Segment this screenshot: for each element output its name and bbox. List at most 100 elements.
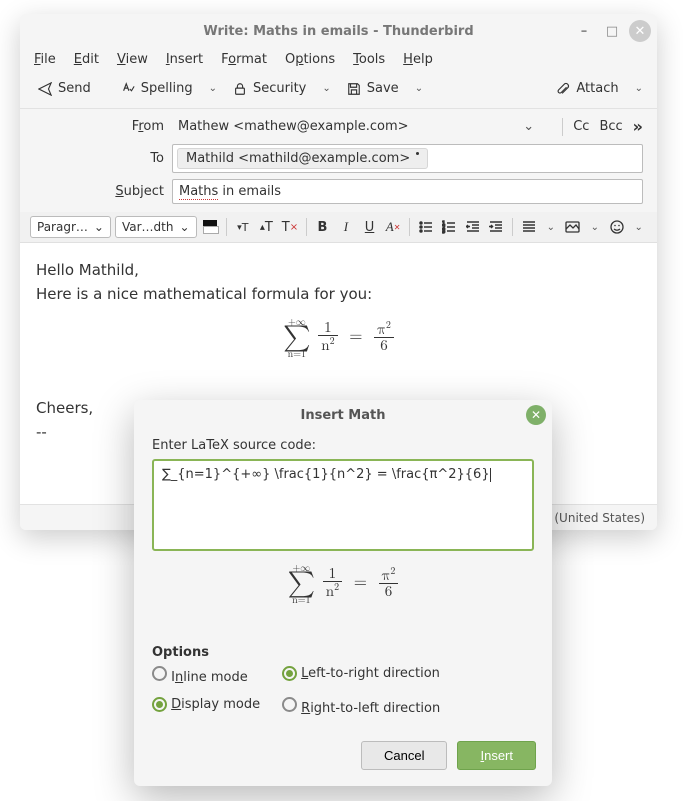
menu-help[interactable]: Help: [403, 52, 433, 67]
window-controls: – □ ✕: [573, 20, 651, 42]
ltr-radio[interactable]: Left-to-right direction: [282, 666, 482, 685]
text-color-button[interactable]: [201, 216, 221, 238]
insert-object-dropdown[interactable]: ⌄: [587, 222, 603, 233]
menu-options[interactable]: Options: [285, 52, 335, 67]
bullet-list-button[interactable]: [416, 216, 436, 238]
lhs-numerator: 1: [318, 320, 337, 336]
recipient-remove-icon[interactable]: [416, 152, 419, 155]
language-indicator[interactable]: n (United States): [543, 511, 645, 525]
increase-size-button[interactable]: ▴T: [257, 216, 277, 238]
clear-formatting-button[interactable]: T×: [280, 216, 300, 238]
attach-dropdown[interactable]: ⌄: [631, 83, 647, 94]
bold-button[interactable]: B: [313, 216, 333, 238]
more-recipients-icon[interactable]: »: [633, 117, 643, 136]
save-button[interactable]: Save: [339, 77, 407, 100]
decrease-size-button[interactable]: ▾T: [233, 216, 253, 238]
send-button[interactable]: Send: [30, 77, 99, 100]
options-heading: Options: [152, 645, 534, 660]
attach-button[interactable]: Attach: [548, 77, 626, 100]
latex-input-value: ∑_{n=1}^{+∞} \frac{1}{n^2} = \frac{π^2}{…: [162, 467, 490, 482]
dialog-close-button[interactable]: ✕: [526, 405, 546, 425]
menu-edit[interactable]: Edit: [74, 52, 99, 67]
math-formula: +∞ ∑ n=1 1 n2 = π2 6: [36, 317, 641, 359]
preview-rhs-num: π2: [379, 566, 399, 584]
to-field[interactable]: Mathild <mathild@example.com>: [172, 144, 643, 173]
rhs-numerator: π2: [374, 320, 394, 338]
subject-misspelled-word: Maths: [179, 184, 218, 200]
paragraph-style-select[interactable]: Paragr…⌄: [30, 216, 111, 238]
menu-file[interactable]: File: [34, 52, 56, 67]
outdent-button[interactable]: [463, 216, 483, 238]
font-select[interactable]: Var…dth⌄: [115, 216, 197, 238]
cc-toggle[interactable]: Cc: [573, 119, 589, 134]
spelling-button[interactable]: Spelling: [113, 77, 201, 100]
radio-label: Right-to-left direction: [301, 701, 440, 716]
dialog-title: Insert Math: [301, 408, 386, 423]
dialog-titlebar: Insert Math ✕: [134, 400, 552, 430]
align-button[interactable]: [519, 216, 539, 238]
maximize-button[interactable]: □: [601, 20, 623, 42]
emoji-dropdown[interactable]: ⌄: [631, 222, 647, 233]
latex-prompt-label: Enter LaTeX source code:: [152, 438, 534, 453]
subject-input[interactable]: Maths in emails: [172, 179, 643, 204]
emoji-button[interactable]: [607, 216, 627, 238]
rtl-radio[interactable]: Right-to-left direction: [282, 697, 482, 716]
radio-label: Display mode: [171, 697, 260, 712]
font-label: Var…dth: [122, 220, 174, 234]
from-select[interactable]: Mathew <mathew@example.com>: [172, 115, 515, 138]
radio-icon: [152, 666, 167, 681]
menu-insert[interactable]: Insert: [166, 52, 203, 67]
menu-tools[interactable]: Tools: [353, 52, 385, 67]
save-icon: [347, 82, 361, 96]
from-label: From: [34, 119, 164, 134]
preview-lhs-den: n2: [323, 582, 342, 599]
svg-text:3: 3: [442, 229, 445, 234]
lhs-denominator: n2: [318, 336, 337, 353]
spelling-icon: [121, 82, 135, 96]
indent-button[interactable]: [487, 216, 507, 238]
window-titlebar: Write: Maths in emails - Thunderbird – □…: [20, 14, 657, 48]
math-preview: +∞ ∑ n=1 1 n2 = π2 6: [152, 563, 534, 605]
numbered-list-button[interactable]: 123: [439, 216, 459, 238]
text-caret: [490, 468, 491, 482]
recipient-pill[interactable]: Mathild <mathild@example.com>: [177, 148, 428, 169]
spelling-dropdown[interactable]: ⌄: [205, 83, 221, 94]
sigma-icon: ∑: [283, 325, 310, 351]
from-caret-icon[interactable]: ⌄: [523, 119, 534, 134]
paperclip-icon: [556, 82, 570, 96]
equals-sign: =: [348, 574, 373, 591]
underline-button[interactable]: U: [360, 216, 380, 238]
insert-object-button[interactable]: [563, 216, 583, 238]
align-dropdown[interactable]: ⌄: [543, 222, 559, 233]
security-dropdown[interactable]: ⌄: [318, 83, 334, 94]
menu-view[interactable]: View: [117, 52, 148, 67]
italic-button[interactable]: I: [336, 216, 356, 238]
menu-format[interactable]: Format: [221, 52, 267, 67]
equals-sign: =: [343, 328, 368, 345]
cancel-button[interactable]: Cancel: [361, 741, 447, 770]
rhs-denominator: 6: [374, 338, 394, 353]
insert-button[interactable]: Insert: [457, 741, 536, 770]
radio-label: Inline mode: [171, 670, 248, 685]
display-mode-radio[interactable]: Display mode: [152, 697, 282, 716]
body-line: Hello Mathild,: [36, 261, 641, 279]
security-button[interactable]: Security: [225, 77, 314, 100]
radio-label: Left-to-right direction: [301, 666, 440, 681]
radio-icon: [152, 697, 167, 712]
bcc-toggle[interactable]: Bcc: [599, 119, 622, 134]
save-label: Save: [367, 81, 399, 96]
latex-input[interactable]: ∑_{n=1}^{+∞} \frac{1}{n^2} = \frac{π^2}{…: [152, 459, 534, 551]
radio-icon: [282, 666, 297, 681]
radio-icon: [282, 697, 297, 712]
spelling-label: Spelling: [141, 81, 193, 96]
save-dropdown[interactable]: ⌄: [411, 83, 427, 94]
remove-style-button[interactable]: A✕: [383, 216, 403, 238]
window-title: Write: Maths in emails - Thunderbird: [203, 24, 473, 39]
inline-mode-radio[interactable]: Inline mode: [152, 666, 282, 685]
paragraph-style-label: Paragr…: [37, 220, 88, 234]
body-line: Here is a nice mathematical formula for …: [36, 285, 641, 303]
close-button[interactable]: ✕: [629, 20, 651, 42]
main-toolbar: Send Spelling ⌄ Security ⌄ Save ⌄ Attach…: [20, 73, 657, 109]
format-toolbar: Paragr…⌄ Var…dth⌄ ▾T ▴T T× B I U A✕ 123 …: [20, 212, 657, 243]
minimize-button[interactable]: –: [573, 20, 595, 42]
